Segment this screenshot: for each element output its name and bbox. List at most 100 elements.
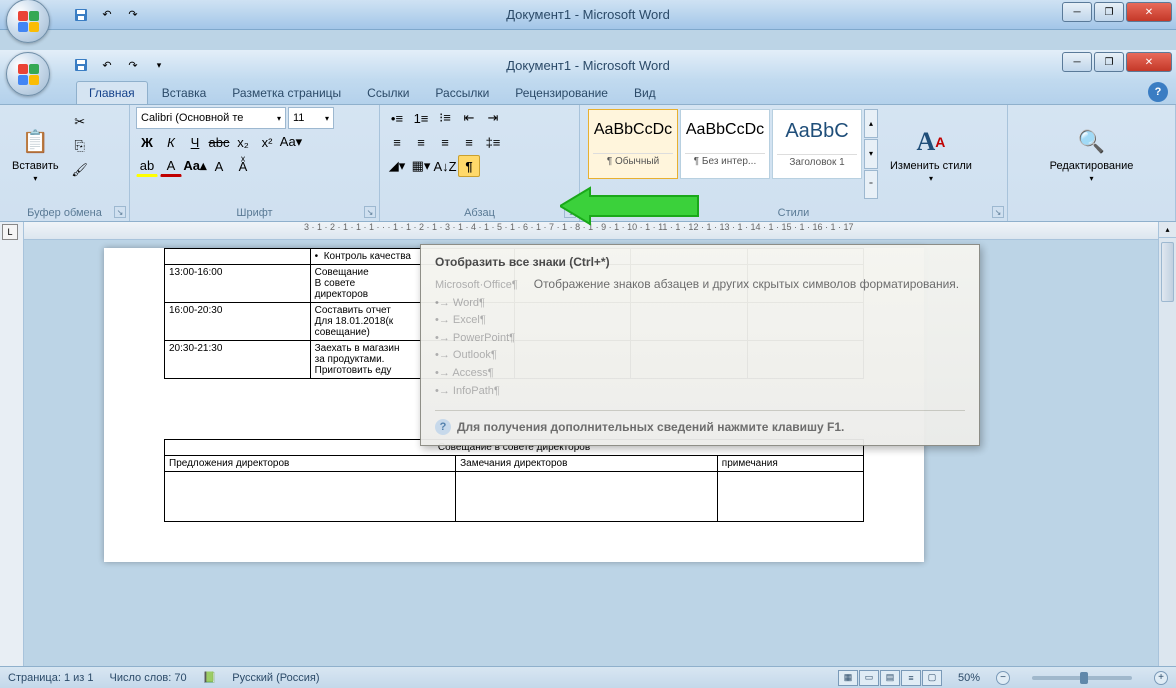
close-button-back[interactable]: ✕ xyxy=(1126,2,1172,22)
change-case-button[interactable]: Aa▾ xyxy=(280,131,302,153)
vertical-scrollbar[interactable]: ▴ xyxy=(1158,222,1176,666)
grow-font-button[interactable]: Aa▴ xyxy=(184,155,206,177)
redo-icon[interactable]: ↷ xyxy=(122,54,144,76)
help-icon[interactable]: ? xyxy=(1148,82,1168,102)
tab-home[interactable]: Главная xyxy=(76,81,148,104)
save-icon[interactable] xyxy=(70,54,92,76)
font-size-combo[interactable]: 11▾ xyxy=(288,107,334,129)
styles-scroll-more[interactable]: ⁼ xyxy=(864,170,878,199)
background-window-titlebar: ↶ ↷ Документ1 - Microsoft Word ─ ❐ ✕ xyxy=(0,0,1176,30)
zoom-slider[interactable] xyxy=(1032,676,1132,680)
scroll-up-arrow[interactable]: ▴ xyxy=(1159,222,1176,238)
maximize-button[interactable]: ❐ xyxy=(1094,52,1124,72)
bullets-button[interactable]: •≡ xyxy=(386,107,408,129)
tab-selector[interactable]: L xyxy=(2,224,18,240)
minimize-button[interactable]: ─ xyxy=(1062,52,1092,72)
style-heading1[interactable]: AaBbC Заголовок 1 xyxy=(772,109,862,179)
proofing-icon[interactable]: 📗 xyxy=(203,671,217,684)
group-editing: 🔍 Редактирование ▾ xyxy=(1008,105,1176,221)
styles-scroll: ▴ ▾ ⁼ xyxy=(864,109,878,199)
show-hide-marks-button[interactable]: ¶ xyxy=(458,155,480,177)
increase-indent-button[interactable]: ⇥ xyxy=(482,107,504,129)
underline-button[interactable]: Ч xyxy=(184,131,206,153)
tooltip: Отобразить все знаки (Ctrl+*) Microsoft·… xyxy=(420,244,980,446)
justify-button[interactable]: ≡ xyxy=(458,131,480,153)
undo-icon[interactable]: ↶ xyxy=(96,54,118,76)
tab-review[interactable]: Рецензирование xyxy=(503,82,620,104)
shrink-font-button[interactable]: A xyxy=(208,155,230,177)
styles-scroll-down[interactable]: ▾ xyxy=(864,139,878,168)
shading-button[interactable]: ◢▾ xyxy=(386,155,408,177)
change-styles-icon: AA xyxy=(915,126,947,158)
strikethrough-button[interactable]: abc xyxy=(208,131,230,153)
find-icon: 🔍 xyxy=(1076,126,1108,158)
bold-button[interactable]: Ж xyxy=(136,131,158,153)
highlight-color-button[interactable]: ab xyxy=(136,155,158,177)
clear-formatting-button[interactable]: Aͯ xyxy=(232,155,254,177)
font-launcher[interactable]: ↘ xyxy=(364,206,376,218)
vertical-ruler[interactable]: L xyxy=(0,222,24,666)
undo-icon-back[interactable]: ↶ xyxy=(96,4,118,26)
borders-button[interactable]: ▦▾ xyxy=(410,155,432,177)
status-language[interactable]: Русский (Россия) xyxy=(232,672,319,684)
annotation-arrow xyxy=(560,184,700,228)
window-title: Документ1 - Microsoft Word xyxy=(506,58,670,73)
view-outline[interactable]: ≡ xyxy=(901,670,921,686)
status-page[interactable]: Страница: 1 из 1 xyxy=(8,672,94,684)
numbering-button[interactable]: 1≡ xyxy=(410,107,432,129)
sort-button[interactable]: A↓Z xyxy=(434,155,456,177)
tab-insert[interactable]: Вставка xyxy=(150,82,219,104)
window-title-back: Документ1 - Microsoft Word xyxy=(506,7,670,22)
document-table-2[interactable]: Совещание в совете директоров Предложени… xyxy=(164,439,864,522)
superscript-button[interactable]: x² xyxy=(256,131,278,153)
view-web-layout[interactable]: ▤ xyxy=(880,670,900,686)
editing-button[interactable]: 🔍 Редактирование ▾ xyxy=(1014,107,1169,201)
tab-mailings[interactable]: Рассылки xyxy=(423,82,501,104)
align-left-button[interactable]: ≡ xyxy=(386,131,408,153)
zoom-value[interactable]: 50% xyxy=(958,672,980,684)
minimize-button-back[interactable]: ─ xyxy=(1062,2,1092,22)
tab-page-layout[interactable]: Разметка страницы xyxy=(220,82,353,104)
style-no-spacing[interactable]: AaBbCcDc ¶ Без интер... xyxy=(680,109,770,179)
close-button[interactable]: ✕ xyxy=(1126,52,1172,72)
align-right-button[interactable]: ≡ xyxy=(434,131,456,153)
italic-button[interactable]: К xyxy=(160,131,182,153)
group-clipboard-label: Буфер обмена xyxy=(0,207,129,219)
view-print-layout[interactable]: ▦ xyxy=(838,670,858,686)
styles-launcher[interactable]: ↘ xyxy=(992,206,1004,218)
view-full-screen[interactable]: ▭ xyxy=(859,670,879,686)
qat-customize-icon[interactable]: ▾ xyxy=(148,54,170,76)
save-icon-back[interactable] xyxy=(70,4,92,26)
change-styles-button[interactable]: AA Изменить стили ▾ xyxy=(884,107,978,201)
subscript-button[interactable]: x₂ xyxy=(232,131,254,153)
clipboard-launcher[interactable]: ↘ xyxy=(114,206,126,218)
redo-icon-back[interactable]: ↷ xyxy=(122,4,144,26)
office-button[interactable] xyxy=(6,52,50,96)
font-family-combo[interactable]: Calibri (Основной те▾ xyxy=(136,107,286,129)
tab-view[interactable]: Вид xyxy=(622,82,668,104)
zoom-slider-thumb[interactable] xyxy=(1080,672,1088,684)
line-spacing-button[interactable]: ‡≡ xyxy=(482,131,504,153)
ribbon-tabs: Главная Вставка Разметка страницы Ссылки… xyxy=(0,80,1176,104)
format-painter-icon[interactable]: 🖌 xyxy=(69,159,91,181)
tab-references[interactable]: Ссылки xyxy=(355,82,421,104)
decrease-indent-button[interactable]: ⇤ xyxy=(458,107,480,129)
multilevel-button[interactable]: ⁝≡ xyxy=(434,107,456,129)
view-draft[interactable]: ▢ xyxy=(922,670,942,686)
status-words[interactable]: Число слов: 70 xyxy=(110,672,187,684)
align-center-button[interactable]: ≡ xyxy=(410,131,432,153)
cut-icon[interactable]: ✂ xyxy=(69,111,91,133)
office-button-back[interactable] xyxy=(6,0,50,43)
status-bar: Страница: 1 из 1 Число слов: 70 📗 Русски… xyxy=(0,666,1176,688)
styles-scroll-up[interactable]: ▴ xyxy=(864,109,878,138)
maximize-button-back[interactable]: ❐ xyxy=(1094,2,1124,22)
style-normal[interactable]: AaBbCcDc ¶ Обычный xyxy=(588,109,678,179)
zoom-in-button[interactable]: + xyxy=(1154,671,1168,685)
clipboard-icon: 📋 xyxy=(19,126,51,158)
scroll-thumb[interactable] xyxy=(1161,242,1174,302)
copy-icon[interactable]: ⎘ xyxy=(69,135,91,157)
paste-button[interactable]: 📋 Вставить ▾ xyxy=(6,107,65,201)
group-paragraph-label: Абзац xyxy=(380,207,579,219)
font-color-button[interactable]: A xyxy=(160,155,182,177)
zoom-out-button[interactable]: − xyxy=(996,671,1010,685)
